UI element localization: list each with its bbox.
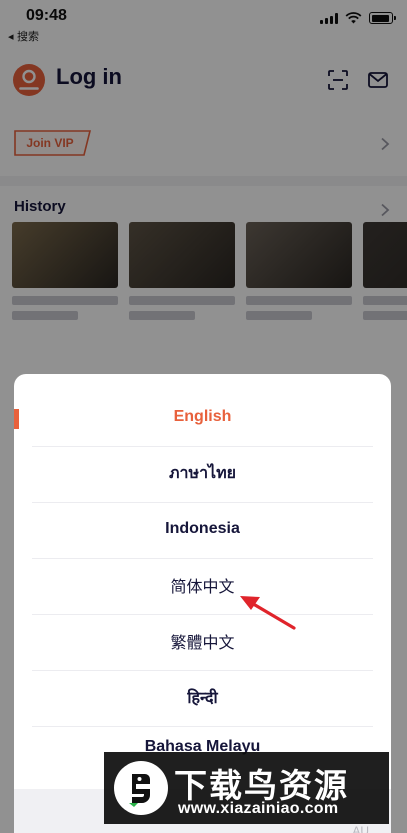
language-option-thai[interactable]: ภาษาไทย [14,445,391,501]
language-option-simplified-chinese[interactable]: 简体中文 [14,557,391,613]
language-option-english[interactable]: English [14,389,391,445]
bottom-corner-text: AU [352,824,369,833]
language-option-hindi[interactable]: हिन्दी [14,669,391,725]
watermark-url: www.xiazainiao.com [178,800,339,817]
language-option-traditional-chinese[interactable]: 繁體中文 [14,613,391,669]
bird-logo-icon [114,761,168,815]
annotation-arrow-icon [240,596,296,630]
language-option-indonesia[interactable]: Indonesia [14,501,391,557]
watermark-banner: 下载鸟资源 www.xiazainiao.com [104,752,389,824]
option-divider [32,726,373,727]
